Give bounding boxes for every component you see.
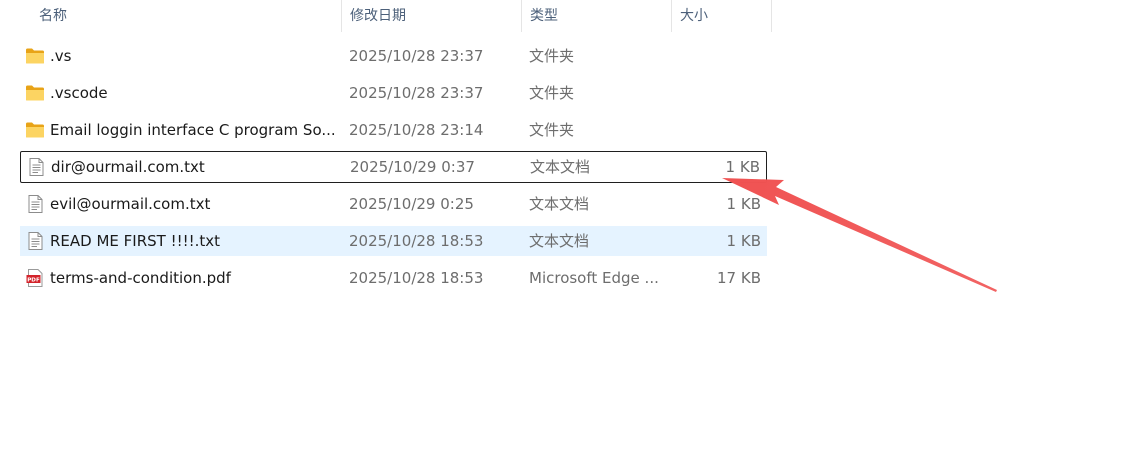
- file-date: 2025/10/28 23:37: [349, 84, 484, 102]
- file-size: 1 KB: [726, 232, 761, 250]
- file-date: 2025/10/29 0:37: [350, 158, 475, 176]
- file-name: dir@ourmail.com.txt: [51, 158, 205, 176]
- folder-icon: [26, 122, 44, 138]
- file-row[interactable]: evil@ourmail.com.txt 2025/10/29 0:25 文本文…: [20, 189, 767, 219]
- file-type: 文件夹: [529, 84, 575, 102]
- file-row[interactable]: Email loggin interface C program So... 2…: [20, 115, 767, 145]
- file-type: 文本文档: [529, 195, 590, 213]
- file-date: 2025/10/28 23:37: [349, 47, 484, 65]
- file-name: .vscode: [50, 84, 108, 102]
- column-header-type-label: 类型: [530, 8, 558, 24]
- file-row[interactable]: .vscode 2025/10/28 23:37 文件夹: [20, 78, 767, 108]
- text-file-icon: [28, 195, 43, 213]
- file-name: READ ME FIRST !!!!.txt: [50, 232, 221, 250]
- text-file-icon: [28, 232, 43, 250]
- file-type: 文本文档: [529, 232, 590, 250]
- file-name: evil@ourmail.com.txt: [50, 195, 211, 213]
- sort-ascending-icon: ^: [179, 0, 190, 8]
- folder-icon: [26, 48, 44, 64]
- folder-icon: [26, 85, 44, 101]
- svg-text:PDF: PDF: [27, 277, 40, 283]
- file-type: 文件夹: [529, 47, 575, 65]
- file-size: 1 KB: [726, 195, 761, 213]
- column-header-name-label: 名称: [39, 8, 67, 24]
- file-date: 2025/10/28 18:53: [349, 232, 484, 250]
- column-header-size[interactable]: 大小: [671, 0, 772, 32]
- file-date: 2025/10/29 0:25: [349, 195, 474, 213]
- file-size: 17 KB: [717, 269, 761, 287]
- file-type: 文本文档: [530, 158, 591, 176]
- file-date: 2025/10/28 18:53: [349, 269, 484, 287]
- column-header-bar: 名称 ^ 修改日期 类型 大小: [0, 0, 772, 32]
- column-header-date-label: 修改日期: [350, 8, 406, 24]
- file-explorer: 名称 ^ 修改日期 类型 大小 .vs 2025/10/28 23:37 文件夹: [0, 0, 1135, 464]
- text-file-icon: [29, 158, 44, 176]
- column-header-size-label: 大小: [680, 8, 708, 24]
- file-row-selected[interactable]: READ ME FIRST !!!!.txt 2025/10/28 18:53 …: [20, 226, 767, 256]
- column-header-date[interactable]: 修改日期: [341, 0, 521, 32]
- file-type: Microsoft Edge ...: [529, 269, 659, 287]
- file-size: 1 KB: [725, 158, 760, 176]
- file-row-focused[interactable]: dir@ourmail.com.txt 2025/10/29 0:37 文本文档…: [20, 151, 767, 183]
- pdf-file-icon: PDF: [26, 269, 43, 287]
- file-row[interactable]: PDF terms-and-condition.pdf 2025/10/28 1…: [20, 263, 767, 293]
- file-row[interactable]: .vs 2025/10/28 23:37 文件夹: [20, 41, 767, 71]
- column-header-type[interactable]: 类型: [521, 0, 671, 32]
- file-name: terms-and-condition.pdf: [50, 269, 231, 287]
- file-type: 文件夹: [529, 121, 575, 139]
- file-date: 2025/10/28 23:14: [349, 121, 484, 139]
- file-name: .vs: [50, 47, 72, 65]
- file-name: Email loggin interface C program So...: [50, 121, 336, 139]
